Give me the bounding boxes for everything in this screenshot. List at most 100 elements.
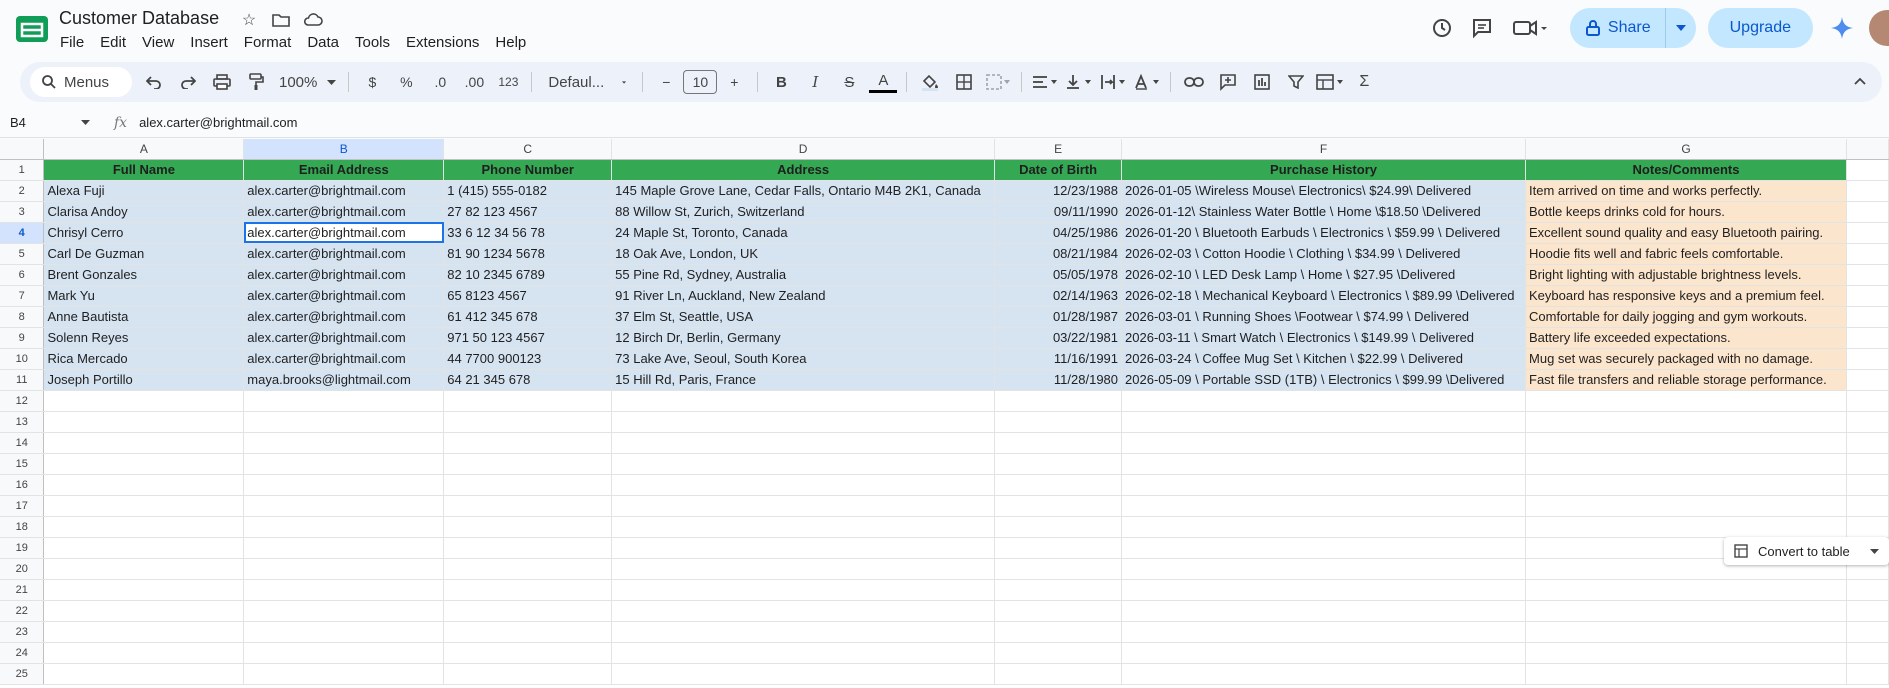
grid-cell[interactable] (443, 453, 613, 475)
grid-cell[interactable]: 2026-01-05 \Wireless Mouse\ Electronics\… (1121, 180, 1527, 202)
grid-cell[interactable] (994, 453, 1123, 475)
grid-cell[interactable] (1846, 516, 1889, 538)
grid-cell[interactable] (994, 558, 1123, 580)
grid-cell[interactable] (1121, 642, 1527, 664)
grid-cell[interactable]: Hoodie fits well and fabric feels comfor… (1525, 243, 1847, 265)
row-header[interactable]: 11 (0, 369, 45, 391)
column-header-h[interactable] (1846, 139, 1889, 160)
grid-cell[interactable] (43, 558, 245, 580)
grid-cell[interactable] (1525, 600, 1847, 622)
grid-cell[interactable]: alex.carter@brightmail.com (243, 306, 445, 328)
grid-cell[interactable] (611, 642, 996, 664)
percent-format-button[interactable]: % (392, 68, 420, 96)
grid-cell[interactable] (1846, 264, 1889, 286)
grid-cell[interactable] (43, 390, 245, 412)
grid-cell[interactable]: Rica Mercado (43, 348, 245, 370)
menu-search[interactable]: Menus (30, 67, 132, 97)
menu-edit[interactable]: Edit (92, 32, 134, 53)
grid-cell[interactable]: 971 50 123 4567 (443, 327, 613, 349)
currency-format-button[interactable]: $ (358, 68, 386, 96)
grid-cell[interactable] (1525, 663, 1847, 685)
row-header[interactable]: 14 (0, 432, 45, 454)
grid-cell[interactable]: 145 Maple Grove Lane, Cedar Falls, Ontar… (611, 180, 996, 202)
avatar[interactable] (1869, 10, 1889, 46)
grid-cell[interactable]: 2026-01-12\ Stainless Water Bottle \ Hom… (1121, 201, 1527, 223)
grid-cell[interactable]: 04/25/1986 (994, 222, 1123, 244)
undo-icon[interactable] (140, 68, 168, 96)
strikethrough-button[interactable]: S (835, 68, 863, 96)
grid-cell[interactable] (43, 621, 245, 643)
grid-cell[interactable]: Bright lighting with adjustable brightne… (1525, 264, 1847, 286)
row-header[interactable]: 22 (0, 600, 45, 622)
grid-cell[interactable] (1846, 390, 1889, 412)
header-cell[interactable]: Phone Number (443, 159, 613, 181)
grid-cell[interactable]: Alexa Fuji (43, 180, 245, 202)
grid-cell[interactable] (1846, 411, 1889, 433)
grid-cell[interactable] (1525, 432, 1847, 454)
grid-cell[interactable]: 88 Willow St, Zurich, Switzerland (611, 201, 996, 223)
grid-cell[interactable]: 27 82 123 4567 (443, 201, 613, 223)
grid-cell[interactable] (611, 621, 996, 643)
column-header-e[interactable]: E (994, 139, 1123, 160)
active-cell[interactable]: alex.carter@brightmail.com (243, 222, 445, 244)
row-header[interactable]: 16 (0, 474, 45, 496)
grid-cell[interactable]: Carl De Guzman (43, 243, 245, 265)
menu-extensions[interactable]: Extensions (398, 32, 487, 53)
italic-button[interactable]: I (801, 68, 829, 96)
row-header[interactable]: 4 (0, 222, 45, 244)
grid-cell[interactable]: Brent Gonzales (43, 264, 245, 286)
grid-cell[interactable] (1525, 516, 1847, 538)
menu-file[interactable]: File (52, 32, 92, 53)
grid-cell[interactable]: alex.carter@brightmail.com (243, 201, 445, 223)
grid-cell[interactable] (243, 495, 445, 517)
grid-cell[interactable] (1846, 369, 1889, 391)
collapse-toolbar-icon[interactable] (1854, 72, 1866, 88)
grid-cell[interactable] (611, 558, 996, 580)
share-dropdown-icon[interactable] (1666, 25, 1696, 31)
row-header[interactable]: 7 (0, 285, 45, 307)
grid-cell[interactable] (443, 516, 613, 538)
grid-cell[interactable] (994, 390, 1123, 412)
header-cell[interactable]: Email Address (243, 159, 445, 181)
menu-view[interactable]: View (134, 32, 182, 53)
insert-chart-icon[interactable] (1248, 68, 1276, 96)
row-header[interactable]: 20 (0, 558, 45, 580)
grid-cell[interactable] (1121, 558, 1527, 580)
row-header[interactable]: 3 (0, 201, 45, 223)
text-wrapping-icon[interactable] (1099, 68, 1127, 96)
grid-cell[interactable]: Solenn Reyes (43, 327, 245, 349)
vertical-align-icon[interactable] (1065, 68, 1093, 96)
grid-cell[interactable] (1121, 516, 1527, 538)
grid-cell[interactable] (243, 558, 445, 580)
header-cell[interactable]: Full Name (43, 159, 245, 181)
convert-to-table-chip[interactable]: Convert to table (1724, 537, 1889, 565)
grid-cell[interactable] (994, 537, 1123, 559)
sheets-logo-icon[interactable] (14, 14, 50, 44)
grid-cell[interactable] (43, 516, 245, 538)
grid-cell[interactable] (43, 537, 245, 559)
row-header[interactable]: 24 (0, 642, 45, 664)
grid-cell[interactable] (1846, 432, 1889, 454)
column-header-d[interactable]: D (611, 139, 996, 160)
grid-cell[interactable]: 2026-02-03 \ Cotton Hoodie \ Clothing \ … (1121, 243, 1527, 265)
grid-cell[interactable]: 44 7700 900123 (443, 348, 613, 370)
grid-cell[interactable]: 18 Oak Ave, London, UK (611, 243, 996, 265)
zoom-select[interactable]: 100% (273, 74, 342, 91)
grid-cell[interactable]: 82 10 2345 6789 (443, 264, 613, 286)
grid-cell[interactable]: Mug set was securely packaged with no da… (1525, 348, 1847, 370)
merge-cells-icon[interactable] (984, 68, 1012, 96)
document-title[interactable]: Customer Database (59, 8, 219, 29)
menu-help[interactable]: Help (487, 32, 534, 53)
grid-cell[interactable]: Battery life exceeded expectations. (1525, 327, 1847, 349)
header-cell[interactable]: Purchase History (1121, 159, 1527, 181)
paint-format-icon[interactable] (242, 68, 270, 96)
grid-cell[interactable] (1846, 285, 1889, 307)
column-header-g[interactable]: G (1525, 139, 1847, 160)
grid-cell[interactable] (243, 600, 445, 622)
grid-cell[interactable] (1121, 621, 1527, 643)
grid-cell[interactable] (1121, 579, 1527, 601)
grid-cell[interactable]: 81 90 1234 5678 (443, 243, 613, 265)
grid-cell[interactable] (443, 390, 613, 412)
grid-cell[interactable] (1121, 390, 1527, 412)
grid-cell[interactable]: alex.carter@brightmail.com (243, 264, 445, 286)
